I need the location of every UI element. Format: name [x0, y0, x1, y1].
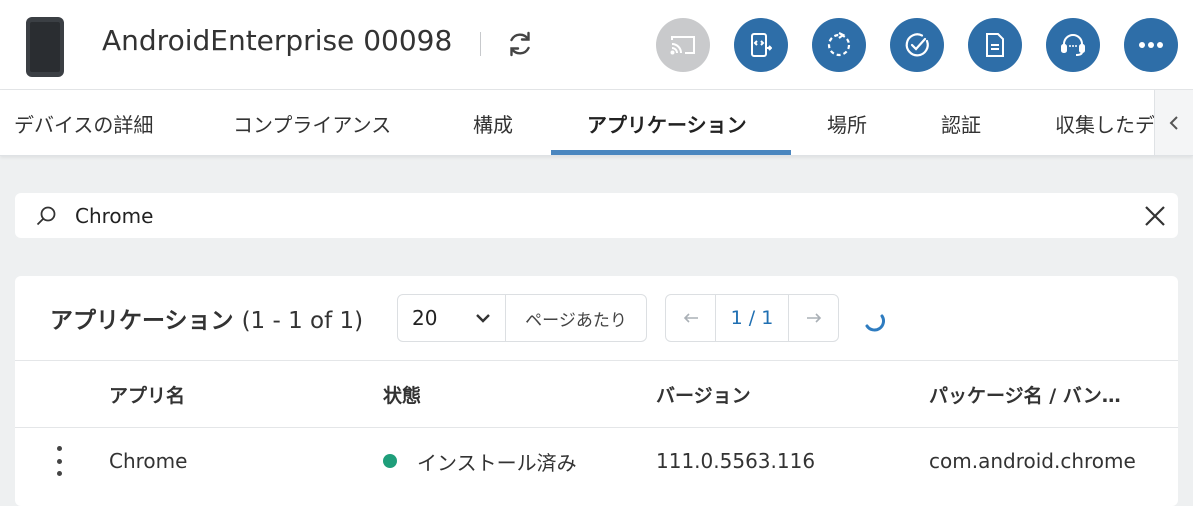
search-input[interactable] [75, 200, 1135, 232]
sync-dashed-icon [827, 32, 851, 57]
chevron-left-icon [1169, 116, 1178, 130]
more-icon [1139, 42, 1163, 48]
sync-button[interactable] [812, 18, 866, 72]
package-cell: com.android.chrome [929, 449, 1136, 473]
remote-control-button[interactable] [734, 18, 788, 72]
column-header-status[interactable]: 状態 [383, 361, 421, 427]
cast-button[interactable] [656, 18, 710, 72]
pagination: 1 / 1 [665, 294, 839, 342]
refresh-icon [510, 31, 530, 57]
tab-authentication[interactable]: 認証 [941, 90, 981, 155]
active-tab-indicator [551, 150, 791, 155]
title-divider [480, 32, 481, 56]
headset-icon [1061, 34, 1085, 56]
table-header: アプリ名 状態 バージョン パッケージ名 / バン… [15, 360, 1178, 428]
row-actions-kebab-icon[interactable] [51, 446, 67, 476]
arrow-left-icon [683, 313, 698, 323]
next-page-button[interactable] [789, 295, 838, 341]
status-cell: インストール済み [383, 428, 577, 494]
version-cell: 111.0.5563.116 [656, 449, 816, 473]
support-button[interactable] [1046, 18, 1100, 72]
device-header: AndroidEnterprise 00098 [0, 0, 1193, 90]
applications-card: アプリケーション (1 - 1 of 1) 20 ページあたり 1 / 1 アプ… [15, 276, 1178, 506]
previous-page-button[interactable] [666, 295, 715, 341]
device-tabs: デバイスの詳細 コンプライアンス 構成 アプリケーション 場所 認証 収集したデ [0, 90, 1193, 156]
cast-icon [670, 36, 695, 55]
android-device-icon [26, 17, 64, 77]
more-actions-button[interactable] [1124, 18, 1178, 72]
page-size-label: ページあたり [525, 310, 627, 331]
compliance-check-button[interactable] [890, 18, 944, 72]
status-label: インストール済み [417, 450, 577, 475]
column-header-version[interactable]: バージョン [656, 361, 751, 427]
tab-configuration[interactable]: 構成 [473, 90, 513, 155]
tab-device-details[interactable]: デバイスの詳細 [14, 90, 153, 155]
document-icon [986, 33, 1004, 57]
check-circle-icon [905, 33, 929, 57]
page-size-select[interactable]: 20 [398, 295, 506, 341]
status-dot-icon [383, 454, 397, 468]
tab-applications[interactable]: アプリケーション [587, 90, 747, 155]
page-indicator: 1 / 1 [715, 295, 789, 341]
chevron-down-icon [476, 314, 490, 323]
tab-scroll-left-button[interactable] [1154, 90, 1193, 155]
refresh-button[interactable] [500, 24, 540, 64]
column-header-app-name[interactable]: アプリ名 [109, 361, 185, 427]
search-icon [36, 206, 56, 226]
tab-compliance[interactable]: コンプライアンス [233, 90, 391, 155]
page-size-control: 20 ページあたり [397, 294, 647, 342]
page-size-value: 20 [412, 306, 438, 330]
tab-collected-data[interactable]: 収集したデ [1055, 90, 1155, 155]
arrow-right-icon [806, 313, 821, 323]
table-row: Chrome インストール済み 111.0.5563.116 com.andro… [15, 428, 1178, 494]
loading-spinner-icon [865, 314, 885, 332]
remote-code-icon [751, 33, 772, 57]
column-header-package[interactable]: パッケージ名 / バン… [929, 361, 1121, 427]
app-search-bar [15, 193, 1178, 238]
applications-range: (1 - 1 of 1) [241, 308, 364, 334]
applications-heading: アプリケーション (1 - 1 of 1) [50, 301, 363, 335]
applications-title: アプリケーション [50, 308, 234, 334]
clear-search-icon[interactable] [1142, 203, 1168, 229]
tab-location[interactable]: 場所 [827, 90, 867, 155]
app-name-cell[interactable]: Chrome [109, 428, 187, 494]
device-title: AndroidEnterprise 00098 [102, 24, 453, 57]
report-button[interactable] [968, 18, 1022, 72]
